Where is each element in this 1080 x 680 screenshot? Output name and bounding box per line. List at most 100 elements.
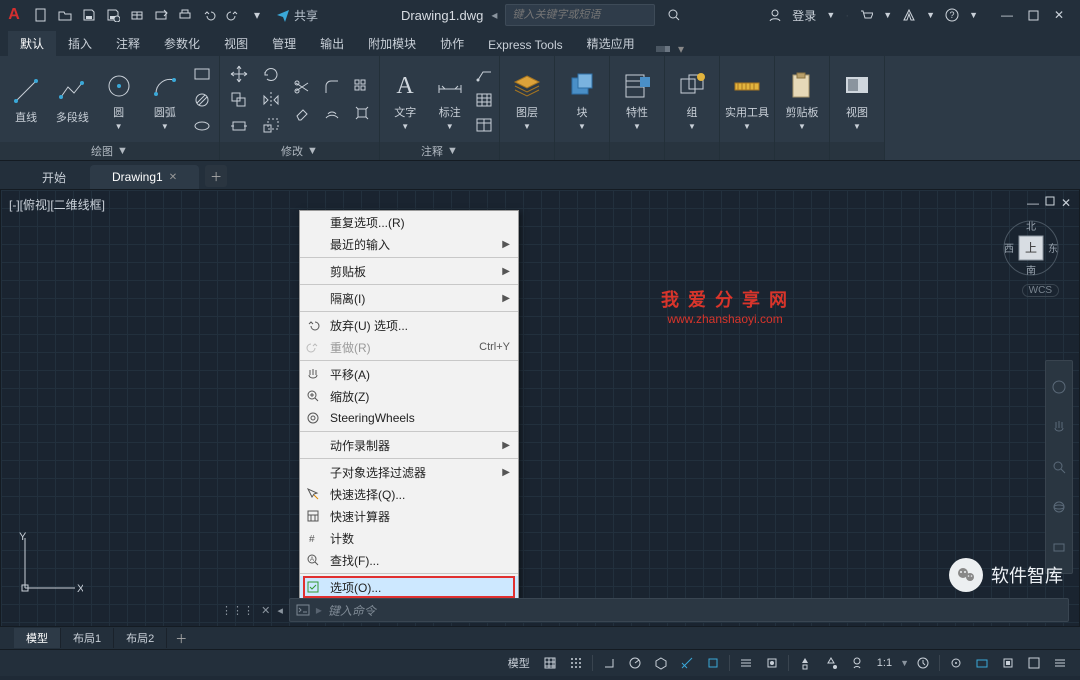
new-tab-button[interactable]: ＋ [205, 165, 227, 187]
scale-icon[interactable] [256, 114, 286, 138]
command-input[interactable]: ▸ 键入命令 [289, 598, 1069, 622]
user-icon[interactable] [768, 8, 782, 22]
nav-showmotion-icon[interactable] [1050, 538, 1068, 556]
sb-annoscale-icon[interactable] [793, 653, 817, 673]
layout-model[interactable]: 模型 [14, 628, 61, 648]
ctx-undo[interactable]: 放弃(U) 选项... [300, 314, 518, 336]
ctx-action-recorder[interactable]: 动作录制器▶ [300, 434, 518, 456]
tab-start[interactable]: 开始 [20, 165, 88, 189]
viewport-label[interactable]: [-][俯视][二维线框] [9, 196, 105, 213]
copy-icon[interactable] [224, 88, 254, 112]
ctx-subobject-filter[interactable]: 子对象选择过滤器▶ [300, 461, 518, 483]
stretch-icon[interactable] [224, 114, 254, 138]
explode-icon[interactable] [348, 101, 376, 125]
line-button[interactable]: 直线 [4, 61, 48, 139]
polyline-button[interactable]: 多段线 [50, 61, 94, 139]
dimension-button[interactable]: 标注▼ [429, 61, 472, 139]
erase-icon[interactable] [288, 101, 316, 125]
ctx-options[interactable]: 选项(O)... [300, 576, 518, 598]
mirror-icon[interactable] [256, 88, 286, 112]
share-button[interactable]: 共享 [276, 7, 318, 24]
tab-addins[interactable]: 附加模块 [356, 31, 428, 56]
tab-drawing1[interactable]: Drawing1✕ [90, 165, 199, 189]
tab-view[interactable]: 视图 [212, 31, 260, 56]
tab-featured[interactable]: 精选应用 [575, 31, 647, 56]
table-icon[interactable] [473, 89, 495, 111]
cmd-close-icon[interactable]: ✕ [261, 604, 270, 617]
sb-otrack-icon[interactable] [675, 653, 699, 673]
nav-zoom-icon[interactable] [1050, 458, 1068, 476]
ctx-recent[interactable]: 最近的输入▶ [300, 233, 518, 255]
utilities-button[interactable]: 实用工具▼ [724, 61, 770, 139]
maximize-icon[interactable] [1022, 4, 1044, 26]
move-icon[interactable] [224, 62, 254, 86]
tab-insert[interactable]: 插入 [56, 31, 104, 56]
view-cube[interactable]: 上 北 南 西 东 [1001, 218, 1061, 278]
sb-annoauto-icon[interactable] [845, 653, 869, 673]
cmd-history-icon[interactable]: ⋮⋮⋮ [221, 604, 254, 617]
offset-icon[interactable] [318, 101, 346, 125]
new-icon[interactable] [30, 4, 52, 26]
properties-button[interactable]: 特性▼ [614, 61, 660, 139]
sb-ortho-icon[interactable] [597, 653, 621, 673]
autodesk-app-icon[interactable] [902, 8, 916, 22]
ctx-steeringwheels[interactable]: SteeringWheels [300, 407, 518, 429]
vp-close-icon[interactable]: ✕ [1061, 196, 1071, 210]
layout-2[interactable]: 布局2 [114, 628, 167, 648]
cmd-recent-icon[interactable]: ◂ [277, 604, 283, 617]
drawing-area[interactable]: [-][俯视][二维线框] — ✕ 上 北 南 西 东 WCS 我 爱 分 享 … [0, 189, 1080, 627]
plot-icon[interactable] [174, 4, 196, 26]
sb-isolate-icon[interactable] [996, 653, 1020, 673]
tab-parametric[interactable]: 参数化 [152, 31, 212, 56]
sb-scale[interactable]: 1:1 [871, 653, 898, 673]
array-icon[interactable] [348, 75, 376, 99]
fillet-icon[interactable] [318, 75, 346, 99]
clipboard-button[interactable]: 剪贴板▼ [779, 61, 825, 139]
ctx-quickcalc[interactable]: 快速计算器 [300, 505, 518, 527]
tab-default[interactable]: 默认 [8, 31, 56, 56]
ellipse-icon[interactable] [189, 114, 215, 138]
wcs-label[interactable]: WCS [1022, 284, 1059, 297]
help-icon[interactable]: ? [945, 8, 959, 22]
sb-tpy-icon[interactable] [760, 653, 784, 673]
search-icon[interactable] [663, 4, 685, 26]
groups-button[interactable]: 组▼ [669, 61, 715, 139]
save-icon[interactable] [78, 4, 100, 26]
sb-custom-icon[interactable] [1048, 653, 1072, 673]
panel-modify-title[interactable]: 修改 ▼ [220, 142, 379, 160]
ctx-clipboard[interactable]: 剪贴板▶ [300, 260, 518, 282]
rectangle-icon[interactable] [189, 62, 215, 86]
web-open-icon[interactable] [126, 4, 148, 26]
help-search-input[interactable] [510, 8, 650, 22]
help-search[interactable] [505, 4, 655, 26]
ctx-repeat[interactable]: 重复选项...(R) [300, 211, 518, 233]
close-icon[interactable]: ✕ [1048, 4, 1070, 26]
layout-1[interactable]: 布局1 [61, 628, 114, 648]
redo-icon[interactable] [222, 4, 244, 26]
vp-minimize-icon[interactable]: — [1027, 196, 1039, 210]
tab-close-icon[interactable]: ✕ [169, 172, 177, 183]
tab-manage[interactable]: 管理 [260, 31, 308, 56]
saveas-icon[interactable] [102, 4, 124, 26]
ctx-zoom[interactable]: 缩放(Z) [300, 385, 518, 407]
trim-icon[interactable] [288, 75, 316, 99]
view-button[interactable]: 视图▼ [834, 61, 880, 139]
nav-orbit-icon[interactable] [1050, 498, 1068, 516]
ribbon-min-icon[interactable]: ▾ [655, 42, 684, 56]
ctx-isolate[interactable]: 隔离(I)▶ [300, 287, 518, 309]
ctx-count[interactable]: #计数 [300, 527, 518, 549]
sb-ws-icon[interactable] [911, 653, 935, 673]
sb-hardware-icon[interactable] [970, 653, 994, 673]
qat-dropdown-icon[interactable]: ▾ [246, 4, 268, 26]
panel-draw-title[interactable]: 绘图 ▼ [0, 142, 219, 160]
tab-annotate[interactable]: 注释 [104, 31, 152, 56]
tab-output[interactable]: 输出 [308, 31, 356, 56]
doc-dropdown-icon[interactable]: ◂ [491, 8, 497, 22]
sb-isodraft-icon[interactable] [649, 653, 673, 673]
tab-express[interactable]: Express Tools [476, 34, 574, 56]
login-link[interactable]: 登录 [792, 7, 816, 24]
ctx-find[interactable]: A查找(F)... [300, 549, 518, 571]
undo-icon[interactable] [198, 4, 220, 26]
table-btn[interactable] [473, 114, 495, 136]
sb-grid-icon[interactable] [538, 653, 562, 673]
